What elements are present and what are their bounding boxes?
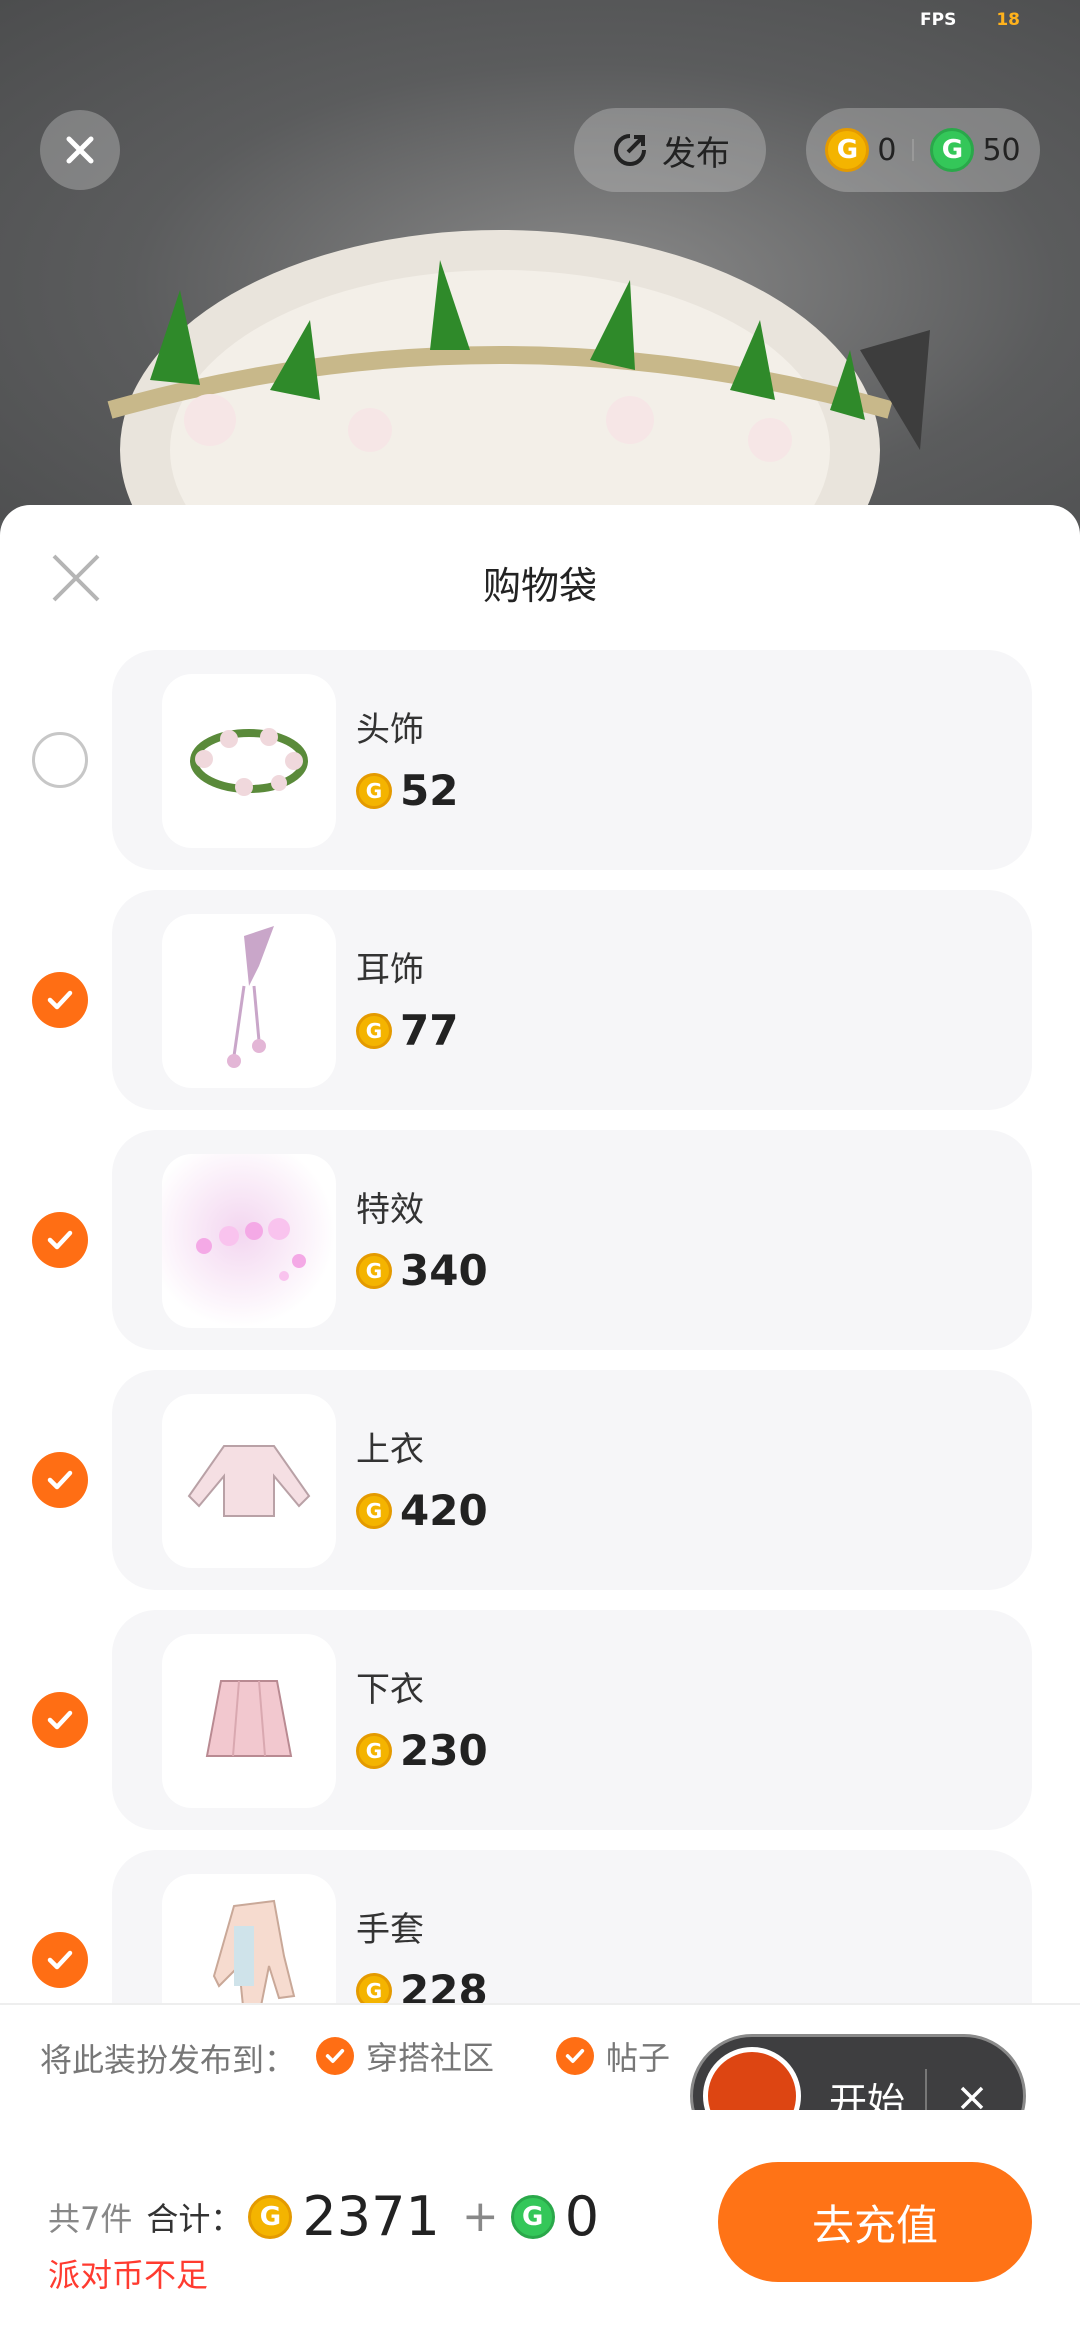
gold-coin-icon: G xyxy=(356,1492,392,1529)
sweater-icon xyxy=(187,1445,311,1517)
item-price: G 230 xyxy=(356,1726,488,1775)
item-thumbnail xyxy=(162,1634,336,1808)
option-label: 穿搭社区 xyxy=(366,2039,495,2077)
checkmark-icon xyxy=(47,1950,73,1970)
order-summary: 共7件 合计： G 2371 + G 0 xyxy=(48,2185,609,2248)
skirt-icon xyxy=(205,1680,293,1757)
gold-coin-icon: G xyxy=(356,1252,392,1289)
item-price: G 340 xyxy=(356,1246,488,1295)
item-card[interactable]: 上衣 G 420 xyxy=(112,1370,1032,1590)
flower-crown-icon xyxy=(190,728,308,796)
item-name: 头饰 xyxy=(356,710,424,750)
green-coin-icon: G xyxy=(930,128,975,172)
item-card[interactable]: 耳饰 G 77 xyxy=(112,890,1032,1110)
item-price-value: 77 xyxy=(400,1006,459,1055)
gold-balance: 0 xyxy=(877,132,897,168)
item-card[interactable]: 特效 G 340 xyxy=(112,1130,1032,1350)
close-scene-button[interactable] xyxy=(40,110,120,190)
plus-sign: + xyxy=(461,2191,499,2242)
checkmark-icon xyxy=(47,1230,73,1250)
item-name: 特效 xyxy=(356,1190,424,1230)
gold-coin-icon: G xyxy=(356,1012,392,1049)
publish-icon xyxy=(614,134,646,166)
checkmark-icon xyxy=(47,1470,73,1490)
item-price-value: 228 xyxy=(400,1966,488,2005)
item-checkbox[interactable] xyxy=(32,1692,88,1748)
option-checkbox[interactable] xyxy=(556,2037,594,2075)
item-price-value: 340 xyxy=(400,1246,488,1295)
gold-coin-icon: G xyxy=(825,128,870,172)
item-name: 下衣 xyxy=(356,1670,424,1710)
publish-button[interactable]: 发布 xyxy=(574,108,766,192)
checkmark-icon xyxy=(565,2049,585,2063)
sparkle-effect-icon xyxy=(196,1218,306,1281)
cart-item[interactable]: 手套 G 228 xyxy=(0,1850,1080,2005)
item-count: 共7件 xyxy=(48,2199,133,2238)
item-name: 手套 xyxy=(356,1910,424,1950)
item-checkbox[interactable] xyxy=(32,972,88,1028)
item-price: G 228 xyxy=(356,1966,488,2005)
item-thumbnail xyxy=(162,1874,336,2005)
item-checkbox[interactable] xyxy=(32,1212,88,1268)
item-price-value: 230 xyxy=(400,1726,488,1775)
publish-label: 发布 xyxy=(662,133,730,174)
checkout-footer: 共7件 合计： G 2371 + G 0 派对币不足 去充值 xyxy=(0,2110,1080,2340)
gold-coin-icon: G xyxy=(356,1972,392,2005)
cart-item[interactable]: 头饰 G 52 xyxy=(0,650,1080,870)
flower-crown-model xyxy=(107,230,930,520)
gold-coin-icon: G xyxy=(356,1732,392,1769)
item-name: 上衣 xyxy=(356,1430,424,1470)
item-price: G 420 xyxy=(356,1486,488,1535)
checkmark-icon xyxy=(47,990,73,1010)
publish-target-label: 将此装扮发布到： xyxy=(40,2041,297,2079)
cart-item[interactable]: 特效 G 340 xyxy=(0,1130,1080,1350)
item-name: 耳饰 xyxy=(356,950,424,990)
checkmark-icon xyxy=(47,1710,73,1730)
cart-item[interactable]: 下衣 G 230 xyxy=(0,1610,1080,1830)
gold-total: 2371 xyxy=(302,2185,440,2248)
cart-item[interactable]: 上衣 G 420 xyxy=(0,1370,1080,1590)
item-price-value: 52 xyxy=(400,766,459,815)
close-icon xyxy=(66,136,94,164)
item-card[interactable]: 下衣 G 230 xyxy=(112,1610,1032,1830)
checkmark-icon xyxy=(325,2049,345,2063)
green-balance: 50 xyxy=(982,132,1021,168)
avatar-preview-scene[interactable]: FPS 18 发布 G 0 G 50 xyxy=(0,0,1080,520)
item-checkbox[interactable] xyxy=(32,1452,88,1508)
sheet-title: 购物袋 xyxy=(482,564,597,608)
wallet-divider xyxy=(912,139,915,161)
total-label: 合计： xyxy=(146,2199,243,2238)
item-thumbnail xyxy=(162,674,336,848)
item-card[interactable]: 手套 G 228 xyxy=(112,1850,1032,2005)
item-price: G 52 xyxy=(356,766,458,815)
item-price-value: 420 xyxy=(400,1486,488,1535)
publish-option-post[interactable]: 帖子 xyxy=(556,2033,670,2079)
item-thumbnail xyxy=(162,1394,336,1568)
gold-coin-icon: G xyxy=(356,772,392,809)
option-checkbox[interactable] xyxy=(316,2037,354,2075)
item-price: G 77 xyxy=(356,1006,458,1055)
fps-label: FPS xyxy=(920,10,957,30)
item-card[interactable]: 头饰 G 52 xyxy=(112,650,1032,870)
wallet-balance[interactable]: G 0 G 50 xyxy=(806,108,1040,192)
earring-icon xyxy=(227,926,274,1068)
recharge-button[interactable]: 去充值 xyxy=(718,2162,1032,2282)
green-coin-icon: G xyxy=(510,2194,555,2239)
fps-counter: FPS 18 xyxy=(920,10,1020,30)
cart-item[interactable]: 耳饰 G 77 xyxy=(0,890,1080,1110)
insufficient-funds-warning: 派对币不足 xyxy=(48,2256,209,2294)
fps-value: 18 xyxy=(996,10,1020,30)
item-checkbox[interactable] xyxy=(32,1932,88,1988)
glove-icon xyxy=(212,1899,296,2005)
item-thumbnail xyxy=(162,1154,336,1328)
item-thumbnail xyxy=(162,914,336,1088)
green-total: 0 xyxy=(564,2185,600,2248)
item-checkbox[interactable] xyxy=(32,732,88,788)
publish-option-community[interactable]: 穿搭社区 xyxy=(316,2033,494,2079)
gold-coin-icon: G xyxy=(248,2194,293,2239)
cart-item-list[interactable]: 头饰 G 52 耳饰 G 77 特效 G 340 上衣 G 420 下衣 G 2… xyxy=(0,650,1080,2005)
option-label: 帖子 xyxy=(606,2039,671,2077)
